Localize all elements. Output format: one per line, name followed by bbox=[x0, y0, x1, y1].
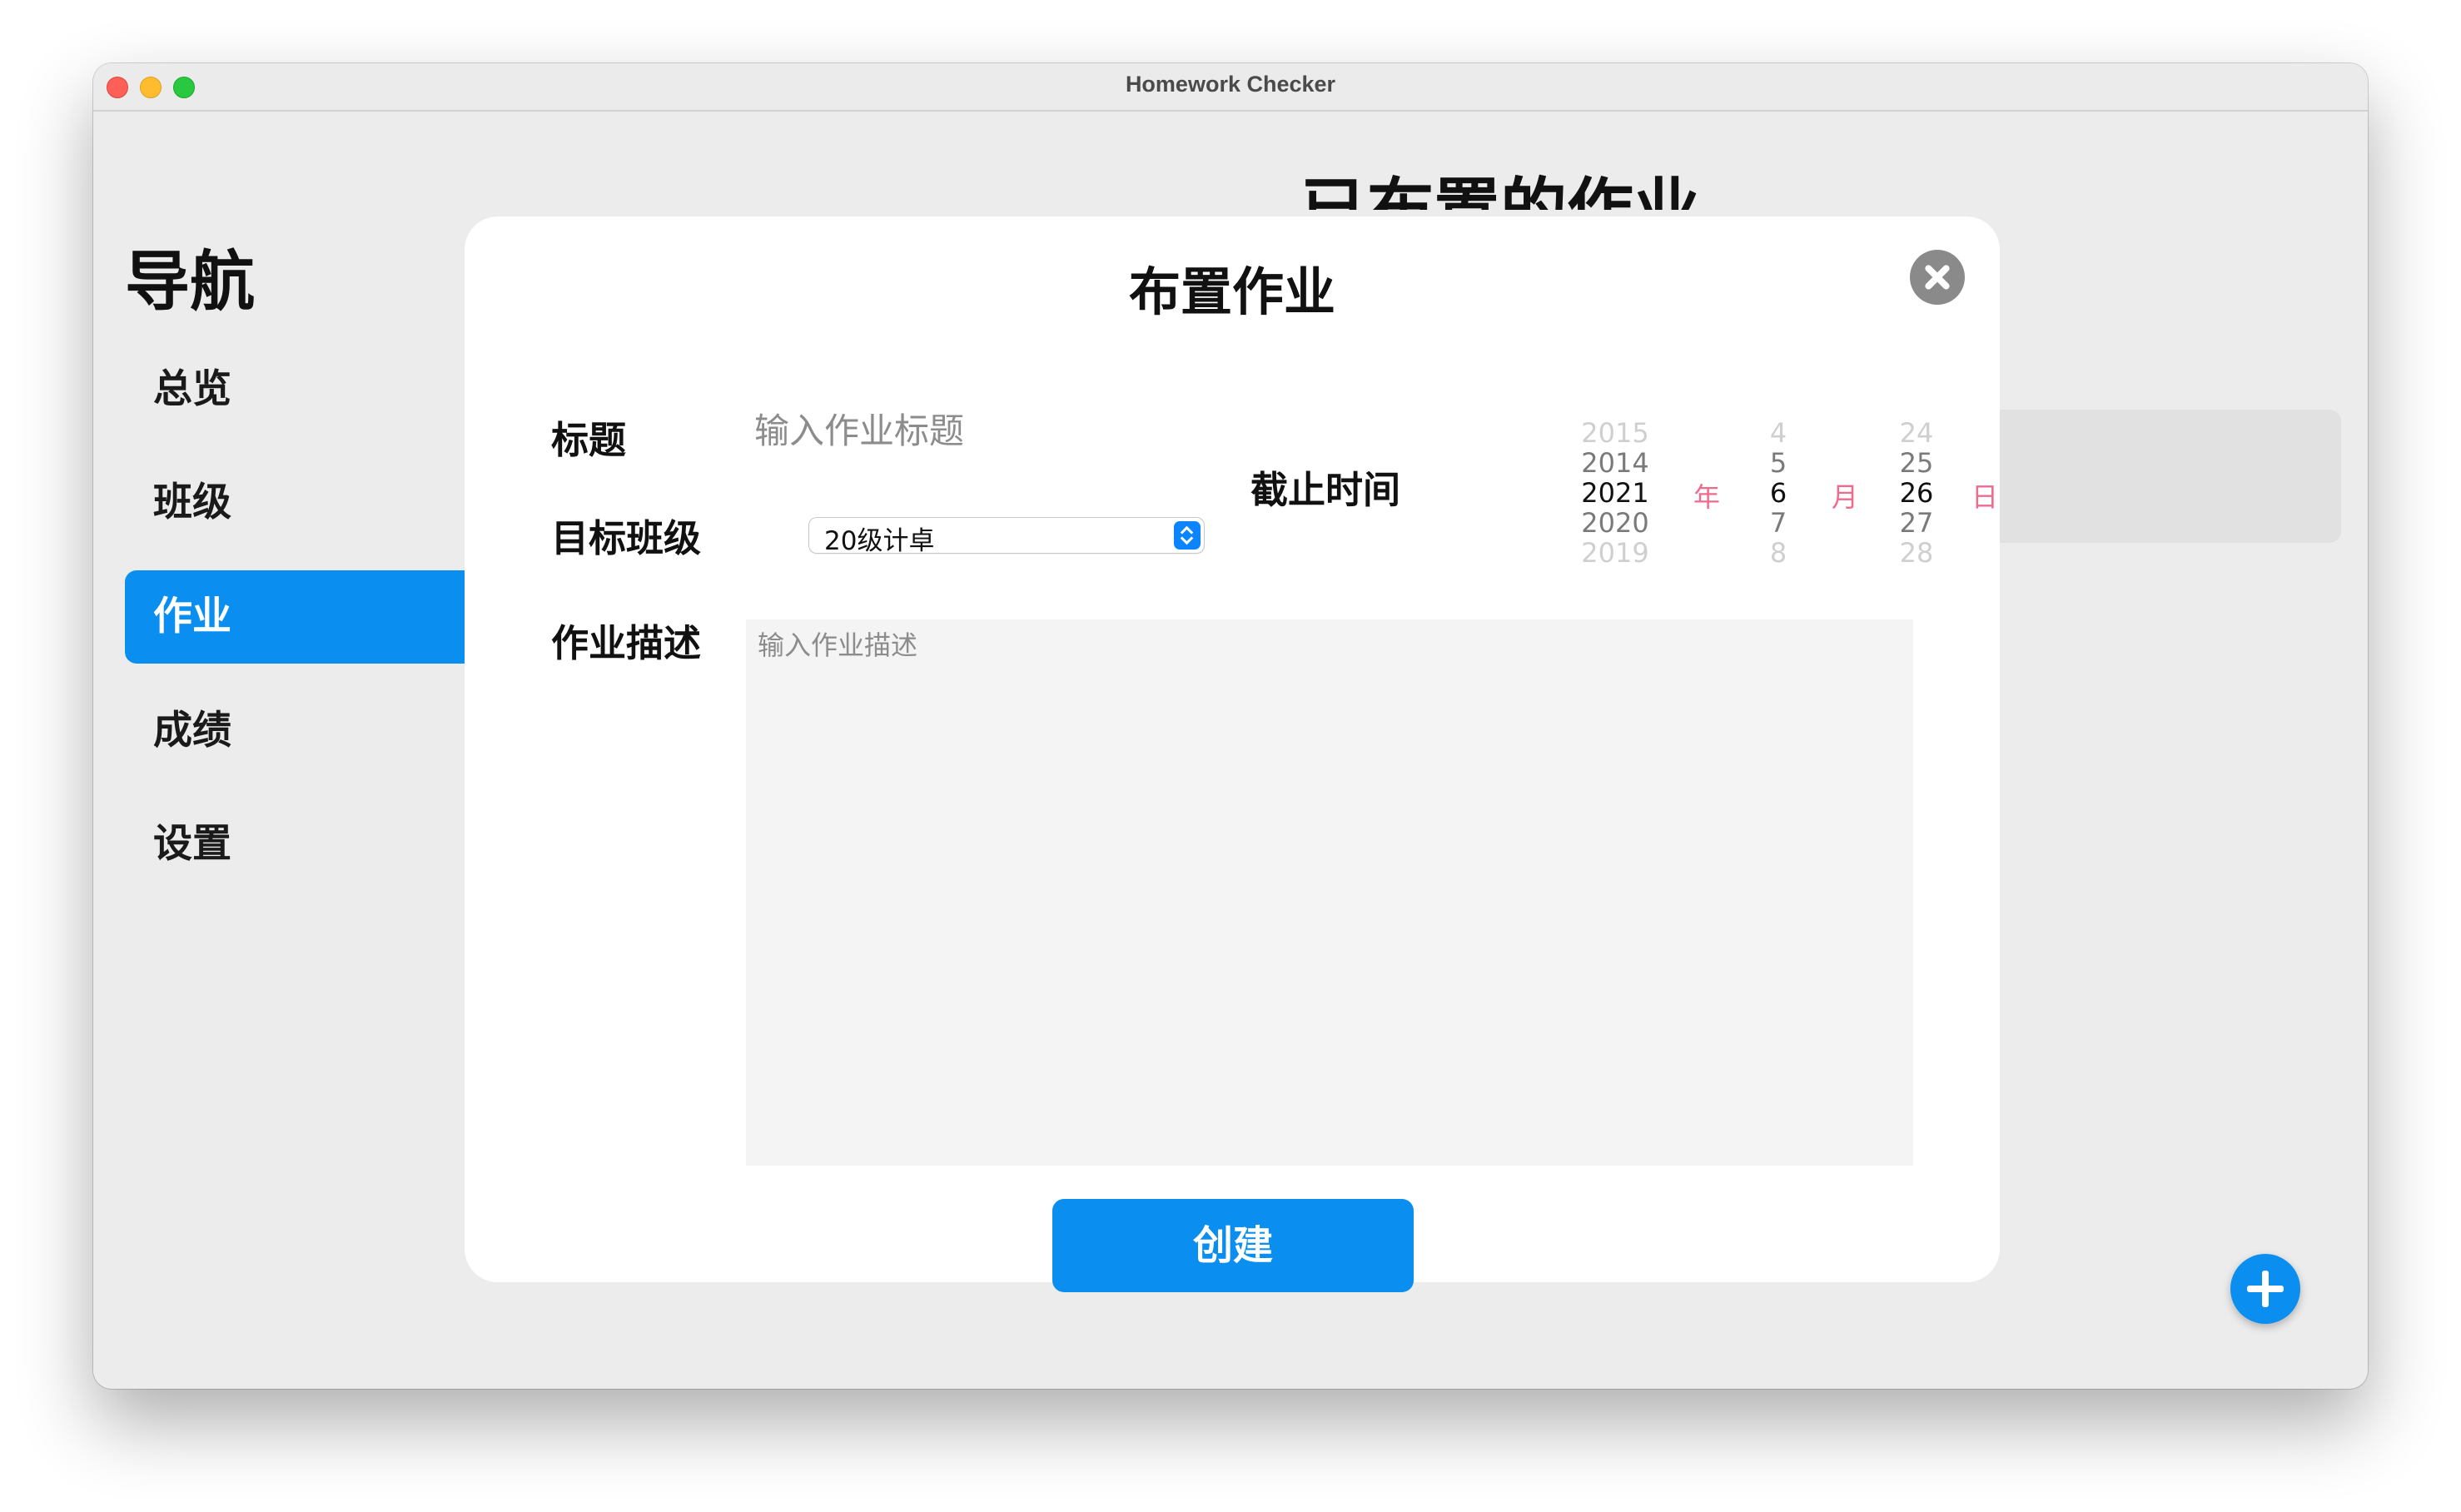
title-input[interactable] bbox=[753, 405, 1222, 456]
month-unit: 月 bbox=[1832, 481, 1859, 513]
month-option: 8 bbox=[1769, 537, 1787, 569]
day-option: 28 bbox=[1899, 537, 1934, 569]
nav-item-classes[interactable]: 班级 bbox=[125, 456, 466, 550]
month-option: 4 bbox=[1769, 417, 1787, 449]
target-class-value: 20级计卓 bbox=[824, 526, 935, 556]
nav-item-overview[interactable]: 总览 bbox=[125, 343, 466, 436]
day-wheel[interactable]: 24 25 26 27 28 bbox=[1858, 418, 1975, 568]
select-arrows-icon bbox=[1174, 521, 1201, 550]
deadline-label: 截止时间 bbox=[1250, 468, 1401, 512]
day-option: 24 bbox=[1899, 417, 1934, 449]
dialog-title: 布置作业 bbox=[1128, 261, 1335, 322]
assign-homework-dialog: 布置作业 标题 目标班级 20级计卓 截止时间 2015 2014 2021 2… bbox=[465, 216, 2000, 1292]
close-dialog-button[interactable] bbox=[1910, 250, 1965, 305]
title-label: 标题 bbox=[551, 418, 627, 462]
year-wheel[interactable]: 2015 2014 2021 2020 2019 bbox=[1557, 418, 1673, 568]
year-option: 2015 bbox=[1581, 417, 1649, 449]
day-selected: 26 bbox=[1899, 477, 1934, 509]
day-option: 25 bbox=[1899, 447, 1934, 479]
year-option: 2019 bbox=[1581, 537, 1649, 569]
description-textarea[interactable] bbox=[746, 619, 1913, 1166]
nav-item-settings[interactable]: 设置 bbox=[125, 798, 466, 891]
month-selected: 6 bbox=[1769, 477, 1787, 509]
target-class-label: 目标班级 bbox=[551, 516, 702, 560]
create-button[interactable]: 创建 bbox=[1052, 1199, 1414, 1292]
title-bar: Homework Checker bbox=[93, 63, 2368, 112]
page-title: 已布置的作业 bbox=[1300, 171, 1700, 210]
app-window: Homework Checker 导航 总览 班级 作业 成绩 设置 已布置的作… bbox=[93, 63, 2368, 1389]
target-class-select[interactable]: 20级计卓 bbox=[809, 518, 1204, 556]
nav-heading: 导航 bbox=[125, 245, 256, 320]
day-option: 27 bbox=[1899, 507, 1934, 539]
add-homework-button[interactable] bbox=[2230, 1254, 2300, 1324]
nav-item-grades[interactable]: 成绩 bbox=[125, 684, 466, 778]
nav-item-homework[interactable]: 作业 bbox=[125, 570, 466, 664]
year-unit: 年 bbox=[1693, 481, 1721, 513]
year-option: 2014 bbox=[1581, 447, 1649, 479]
day-unit: 日 bbox=[1971, 481, 1999, 513]
window-title: Homework Checker bbox=[1125, 72, 1336, 97]
year-option: 2020 bbox=[1581, 507, 1649, 539]
year-selected: 2021 bbox=[1581, 477, 1649, 509]
month-option: 7 bbox=[1769, 507, 1787, 539]
month-option: 5 bbox=[1769, 447, 1787, 479]
description-label: 作业描述 bbox=[551, 621, 702, 665]
month-wheel[interactable]: 4 5 6 7 8 bbox=[1720, 418, 1837, 568]
